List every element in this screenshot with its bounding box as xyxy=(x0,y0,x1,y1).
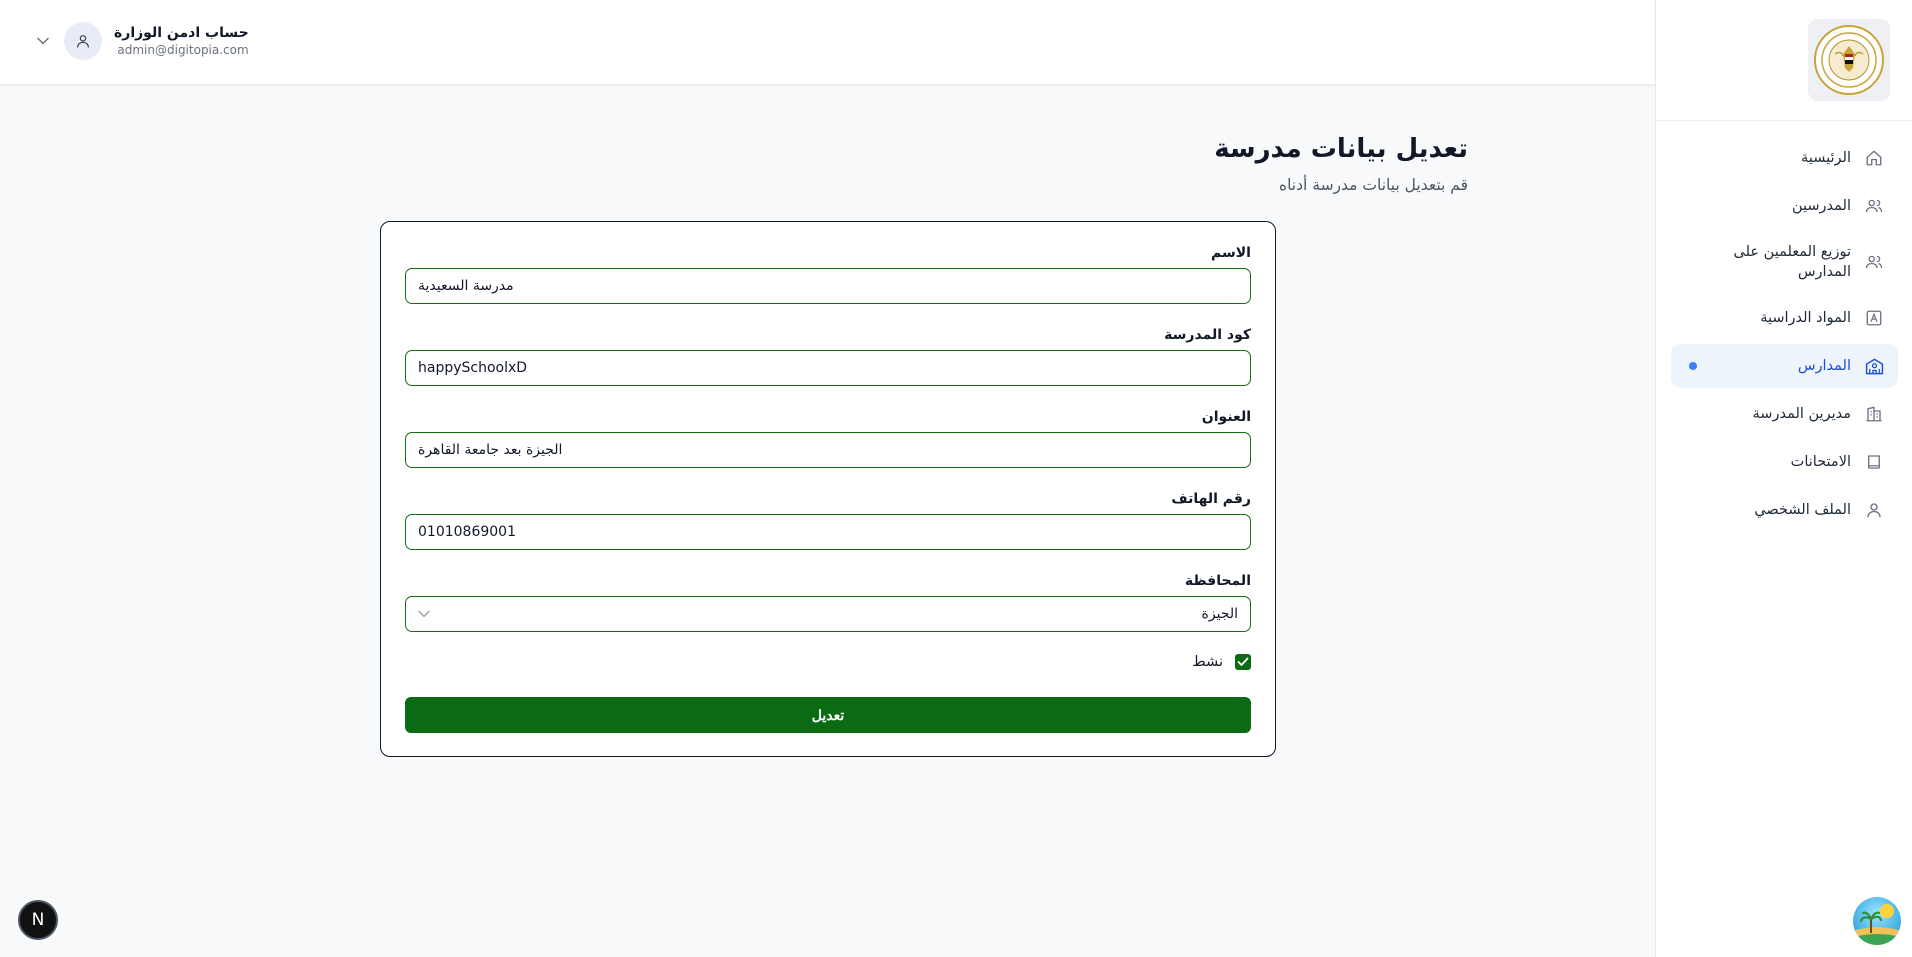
sidebar-item-label: توزيع المعلمين على المدارس xyxy=(1733,244,1851,280)
logo-area xyxy=(1656,0,1912,121)
phone-field[interactable]: 01010869001 xyxy=(405,514,1251,550)
school-code-value: happySchoolxD xyxy=(418,360,528,376)
name-value: مدرسة السعيدية xyxy=(418,278,514,294)
governorate-select[interactable]: الجيزة xyxy=(405,596,1251,632)
users-icon xyxy=(1863,251,1885,273)
oasis-sun-icon[interactable] xyxy=(1853,897,1901,945)
sidebar-item-label: المدارس xyxy=(1797,358,1851,374)
sidebar-item-teachers[interactable]: المدرسين xyxy=(1671,184,1898,228)
school-code-field[interactable]: happySchoolxD xyxy=(405,350,1251,386)
sidebar-item-home[interactable]: الرئيسية xyxy=(1671,136,1898,180)
sidebar-item-label: مديرين المدرسة xyxy=(1752,406,1851,422)
name-label: الاسم xyxy=(1211,245,1251,261)
sidebar-item-label: الرئيسية xyxy=(1801,150,1851,166)
active-checkbox[interactable] xyxy=(1235,654,1251,670)
chevron-down-icon[interactable] xyxy=(34,32,52,50)
user-icon xyxy=(1863,499,1885,521)
sidebar: الرئيسية المدرسين توزيع المعلمين على الم… xyxy=(1655,0,1912,957)
sidebar-item-exams[interactable]: الامتحانات xyxy=(1671,440,1898,484)
book-icon xyxy=(1863,451,1885,473)
top-header: حساب ادمن الوزارة admin@digitopia.com xyxy=(0,0,1655,85)
sidebar-item-label: المدرسين xyxy=(1791,198,1851,214)
edit-school-form: الاسم مدرسة السعيدية كود المدرسة happySc… xyxy=(380,221,1276,757)
sidebar-item-label: الامتحانات xyxy=(1790,454,1851,470)
sidebar-item-schools[interactable]: المدارس xyxy=(1671,344,1898,388)
page-title: تعديل بيانات مدرسة xyxy=(1214,134,1468,164)
governorate-value: الجيزة xyxy=(1201,606,1238,622)
name-field[interactable]: مدرسة السعيدية xyxy=(405,268,1251,304)
nextjs-devtools-badge[interactable]: N xyxy=(18,900,58,940)
active-label: نشط xyxy=(1192,654,1223,670)
page-subtitle: قم بتعديل بيانات مدرسة أدناه xyxy=(1278,176,1468,194)
submit-edit-button[interactable]: تعديل xyxy=(405,697,1251,733)
check-icon xyxy=(1237,657,1249,666)
governorate-label: المحافظة xyxy=(1184,573,1251,589)
sidebar-nav: الرئيسية المدرسين توزيع المعلمين على الم… xyxy=(1671,136,1898,536)
account-info: حساب ادمن الوزارة admin@digitopia.com xyxy=(114,25,249,57)
sidebar-item-label: المواد الدراسية xyxy=(1760,310,1851,326)
address-label: العنوان xyxy=(1201,409,1251,425)
account-menu[interactable]: حساب ادمن الوزارة admin@digitopia.com xyxy=(34,22,249,60)
phone-value: 01010869001 xyxy=(418,524,516,540)
avatar[interactable] xyxy=(64,22,102,60)
sidebar-item-profile[interactable]: الملف الشخصي xyxy=(1671,488,1898,532)
school-icon xyxy=(1863,355,1885,377)
subject-icon xyxy=(1863,307,1885,329)
ministry-logo xyxy=(1808,19,1890,101)
account-email: admin@digitopia.com xyxy=(117,43,249,57)
sidebar-item-teacher-distribution[interactable]: توزيع المعلمين على المدارس xyxy=(1671,232,1898,292)
address-value: الجيزة بعد جامعة القاهرة xyxy=(418,442,563,458)
active-indicator xyxy=(1689,362,1697,370)
address-field[interactable]: الجيزة بعد جامعة القاهرة xyxy=(405,432,1251,468)
school-code-label: كود المدرسة xyxy=(1164,327,1251,343)
chevron-down-icon xyxy=(418,606,430,622)
sidebar-item-school-managers[interactable]: مديرين المدرسة xyxy=(1671,392,1898,436)
account-name: حساب ادمن الوزارة xyxy=(114,25,249,41)
home-icon xyxy=(1863,147,1885,169)
users-icon xyxy=(1863,195,1885,217)
sidebar-item-label: الملف الشخصي xyxy=(1754,502,1851,518)
building-icon xyxy=(1863,403,1885,425)
active-checkbox-row: نشط xyxy=(1192,654,1251,670)
phone-label: رقم الهاتف xyxy=(1171,491,1251,507)
sidebar-item-subjects[interactable]: المواد الدراسية xyxy=(1671,296,1898,340)
